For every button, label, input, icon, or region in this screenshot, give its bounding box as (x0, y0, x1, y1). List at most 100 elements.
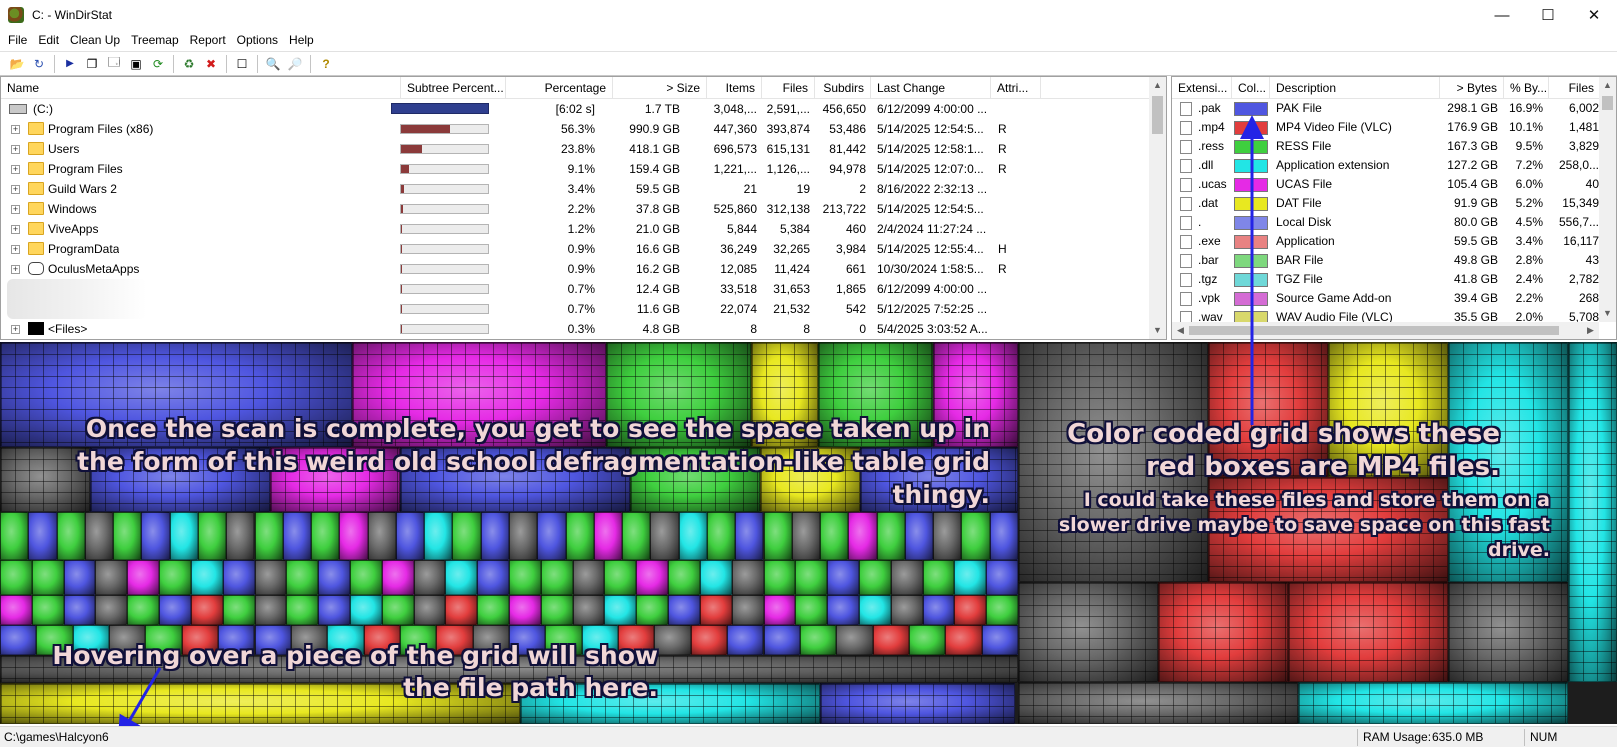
treemap-cell[interactable] (1288, 582, 1448, 682)
treemap-cell[interactable] (63, 595, 96, 625)
treemap-cell[interactable] (699, 595, 732, 625)
treemap-cell[interactable] (763, 512, 792, 560)
treemap-cell[interactable] (197, 512, 227, 560)
treemap-cell[interactable] (0, 625, 37, 655)
treemap-cell[interactable] (286, 595, 319, 625)
treemap-cell[interactable] (604, 560, 637, 595)
col-subtree-percent[interactable]: Subtree Percent... (401, 77, 506, 99)
treemap-cell[interactable] (222, 560, 255, 595)
treemap-cell[interactable] (763, 595, 796, 625)
treemap-cell[interactable] (95, 560, 128, 595)
treemap-cell[interactable] (286, 560, 319, 595)
treemap-cell[interactable] (820, 683, 1015, 724)
treemap-cell[interactable] (678, 512, 707, 560)
treemap-cell[interactable] (0, 512, 29, 560)
extension-row[interactable]: .tgz TGZ File 41.8 GB 2.4% 2,782 (1172, 270, 1599, 289)
command-prompt-icon[interactable]: ▣ (125, 54, 147, 74)
treemap-cell[interactable] (509, 560, 541, 595)
scroll-right-arrow-icon[interactable]: ▶ (1582, 322, 1599, 339)
treemap-cell[interactable] (1018, 582, 1158, 682)
treemap-cell[interactable] (654, 625, 691, 655)
treemap-cell[interactable] (690, 625, 728, 655)
treemap-cell[interactable] (904, 512, 934, 560)
treemap-cell[interactable] (945, 625, 982, 655)
treemap-cell[interactable] (127, 595, 160, 625)
col-description[interactable]: Description (1270, 77, 1440, 99)
col-last-change[interactable]: Last Change (871, 77, 991, 99)
extension-row[interactable]: .vpk Source Game Add-on 39.4 GB 2.2% 268 (1172, 289, 1599, 308)
treemap-cell[interactable] (981, 625, 1018, 655)
treemap-cell[interactable] (339, 512, 368, 560)
treemap-cell[interactable] (95, 595, 128, 625)
treemap-cell[interactable] (445, 560, 478, 595)
expand-icon[interactable]: + (11, 125, 20, 134)
col-color[interactable]: Col... (1232, 77, 1270, 99)
tree-row[interactable]: + Program Files 9.1% 159.4 GB 1,221,... 1,126… (1, 159, 1149, 179)
tree-row[interactable]: + Guild Wars 2 3.4% 59.5 GB 21 19 2 8/16/2022 2… (1, 179, 1149, 199)
tree-row[interactable]: + OculusMetaApps 0.9% 16.2 GB 12,085 11,424 66… (1, 259, 1149, 279)
menu-clean-up[interactable]: Clean Up (66, 33, 124, 47)
copy-icon[interactable]: ❐ (81, 54, 103, 74)
treemap-cell[interactable] (890, 560, 923, 595)
treemap-cell[interactable] (593, 512, 623, 560)
treemap-cell[interactable] (509, 595, 541, 625)
treemap-cell[interactable] (820, 512, 849, 560)
scroll-left-arrow-icon[interactable]: ◀ (1172, 322, 1189, 339)
treemap-cell[interactable] (986, 595, 1018, 625)
treemap-cell[interactable] (727, 625, 764, 655)
treemap-cell[interactable] (763, 625, 800, 655)
treemap-cell[interactable] (799, 625, 837, 655)
treemap-cell[interactable] (477, 560, 509, 595)
tree-vertical-scrollbar[interactable]: ▲ ▼ (1149, 77, 1166, 339)
extension-row[interactable]: .ress RESS File 167.3 GB 9.5% 3,829 (1172, 137, 1599, 156)
treemap-cell[interactable] (986, 560, 1018, 595)
treemap-cell[interactable] (445, 595, 478, 625)
expand-icon[interactable]: + (11, 225, 20, 234)
treemap-cell[interactable] (159, 560, 191, 595)
treemap-cell[interactable] (84, 512, 114, 560)
col-ext-files[interactable]: Files (1549, 77, 1601, 99)
zoom-in-icon[interactable]: 🔍 (262, 54, 284, 74)
treemap-cell[interactable] (890, 595, 923, 625)
treemap-cell[interactable] (537, 512, 566, 560)
col-name[interactable]: Name (1, 77, 401, 99)
tree-row[interactable]: + Program Files (x86) 56.3% 990.9 GB 447,360… (1, 119, 1149, 139)
extension-row[interactable]: .bar BAR File 49.8 GB 2.8% 43 (1172, 251, 1599, 270)
recycle-icon[interactable]: ♻ (178, 54, 200, 74)
tree-row[interactable]: 0.7% 12.4 GB 33,518 31,653 1,865 6/12/2099 4:… (1, 279, 1149, 319)
open-folder-icon[interactable]: 📂 (6, 54, 28, 74)
treemap-cell[interactable] (477, 595, 509, 625)
treemap-cell[interactable] (1568, 342, 1617, 682)
treemap-cell[interactable] (876, 512, 905, 560)
extension-row[interactable]: .dat DAT File 91.9 GB 5.2% 15,349 (1172, 194, 1599, 213)
treemap-cell[interactable] (113, 512, 142, 560)
col-percent-bytes[interactable]: % By... (1504, 77, 1549, 99)
treemap-cell[interactable] (668, 595, 700, 625)
tree-row[interactable]: + ViveApps 1.2% 21.0 GB 5,844 5,384 460 2/4/202… (1, 219, 1149, 239)
extension-horizontal-scrollbar[interactable]: ◀ ▶ (1172, 322, 1599, 339)
treemap-cell[interactable] (226, 512, 255, 560)
treemap-cell[interactable] (572, 560, 605, 595)
col-items[interactable]: Items (707, 77, 762, 99)
help-icon[interactable]: ? (315, 54, 337, 74)
treemap-cell[interactable] (933, 512, 962, 560)
treemap-cell[interactable] (452, 512, 481, 560)
treemap-cell[interactable] (141, 512, 170, 560)
col-attributes[interactable]: Attri... (991, 77, 1041, 99)
treemap-cell[interactable] (318, 560, 350, 595)
tree-row[interactable]: 0.7% 11.6 GB 22,074 21,532 542 5/12/2025 7:52… (1, 299, 1149, 319)
treemap-cell[interactable] (0, 595, 32, 625)
treemap-cell[interactable] (413, 560, 446, 595)
scroll-thumb[interactable] (1602, 96, 1613, 110)
treemap-cell[interactable] (413, 595, 446, 625)
treemap-cell[interactable] (254, 595, 287, 625)
tree-row[interactable]: + <Files> 0.3% 4.8 GB 8 8 0 5/4/2025 3:03:52 A.… (1, 319, 1149, 339)
extension-row[interactable]: .mp4 MP4 Video File (VLC) 176.9 GB 10.1% 1,4… (1172, 118, 1599, 137)
treemap-cell[interactable] (31, 595, 64, 625)
scroll-up-arrow-icon[interactable]: ▲ (1599, 77, 1616, 94)
play-icon[interactable]: ▶ (59, 54, 81, 74)
treemap-cell[interactable] (349, 595, 382, 625)
treemap-cell[interactable] (795, 595, 828, 625)
close-button[interactable]: ✕ (1571, 0, 1617, 30)
treemap-cell[interactable] (827, 595, 859, 625)
